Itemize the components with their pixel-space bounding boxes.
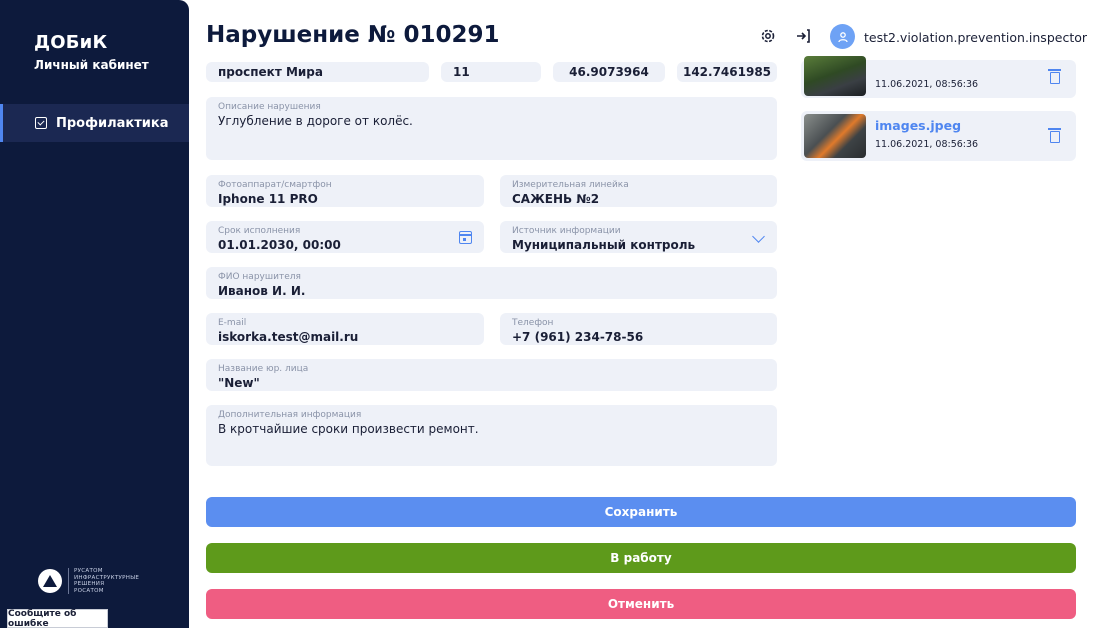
cancel-button[interactable]: Отменить — [206, 589, 1076, 619]
attachment-thumbnail[interactable] — [804, 114, 866, 158]
attachment-name[interactable]: images.jpeg — [875, 118, 961, 133]
phone-field[interactable]: Телефон +7 (961) 234-78-56 — [500, 313, 777, 345]
calendar-icon[interactable] — [459, 231, 472, 244]
brand-name: ДОБиК — [34, 32, 108, 53]
attachment-item[interactable]: images.jpeg 11.06.2021, 08:56:36 — [801, 111, 1076, 161]
email-field[interactable]: E-mail iskorka.test@mail.ru — [206, 313, 484, 345]
sidebar-item-label: Профилактика — [56, 115, 169, 131]
house-field[interactable]: 11 — [441, 62, 541, 82]
longitude-field[interactable]: 142.7461985 — [677, 62, 777, 82]
legal-entity-field[interactable]: Название юр. лица "New" — [206, 359, 777, 391]
to-work-button[interactable]: В работу — [206, 543, 1076, 573]
attachment-date: 11.06.2021, 08:56:36 — [875, 79, 979, 90]
gear-icon[interactable] — [760, 28, 776, 44]
attachment-thumbnail[interactable] — [804, 56, 866, 96]
street-field[interactable]: проспект Мира — [206, 62, 429, 82]
page-title: Нарушение № 010291 — [206, 22, 500, 48]
description-label: Описание нарушения — [218, 102, 321, 112]
attachment-item[interactable]: 11.06.2021, 08:56:36 — [801, 56, 1076, 98]
ruler-field[interactable]: Измерительная линейка САЖЕНЬ №2 — [500, 175, 777, 207]
attachment-date: 11.06.2021, 08:56:36 — [875, 139, 979, 150]
latitude-field[interactable]: 46.9073964 — [553, 62, 665, 82]
checkbox-icon — [35, 117, 47, 129]
trash-icon[interactable] — [1048, 69, 1061, 84]
brand-subtitle: Личный кабинет — [34, 58, 149, 72]
violator-field[interactable]: ФИО нарушителя Иванов И. И. — [206, 267, 777, 299]
avatar[interactable] — [830, 24, 855, 49]
rosatom-logo: РУСАТОМ ИНФРАСТРУКТУРНЫЕ РЕШЕНИЯ РОСАТОМ — [38, 568, 139, 594]
source-select[interactable]: Источник информации Муниципальный контро… — [500, 221, 777, 253]
camera-field[interactable]: Фотоаппарат/смартфон Iphone 11 PRO — [206, 175, 484, 207]
username[interactable]: test2.violation.prevention.inspector — [864, 30, 1087, 45]
logout-icon[interactable] — [795, 28, 811, 44]
report-error-button[interactable]: Сообщите об ошибке — [7, 609, 108, 628]
description-value: Углубление в дороге от колёс. — [218, 114, 413, 128]
user-icon — [837, 31, 848, 42]
description-field[interactable]: Описание нарушения Углубление в дороге о… — [206, 97, 777, 160]
trash-icon[interactable] — [1048, 128, 1061, 143]
extra-info-field[interactable]: Дополнительная информация В кротчайшие с… — [206, 405, 777, 466]
deadline-field[interactable]: Срок исполнения 01.01.2030, 00:00 — [206, 221, 484, 253]
sidebar: ДОБиК Личный кабинет Профилактика РУСАТО… — [0, 0, 189, 628]
rosatom-logo-icon — [38, 569, 62, 593]
save-button[interactable]: Сохранить — [206, 497, 1076, 527]
sidebar-item-prevention[interactable]: Профилактика — [0, 104, 189, 142]
